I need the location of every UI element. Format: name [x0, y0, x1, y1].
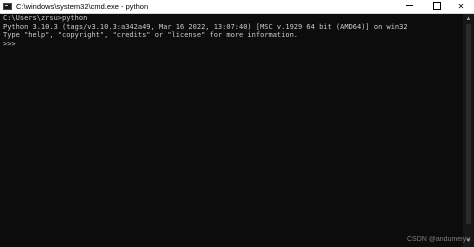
scrollbar-thumb[interactable]: [466, 24, 471, 224]
title-bar[interactable]: C:\windows\system32\cmd.exe - python ✕: [0, 0, 474, 14]
vertical-scrollbar[interactable]: ▲ ▼: [463, 14, 474, 247]
minimize-icon: [405, 5, 413, 7]
minimize-button[interactable]: [396, 0, 422, 13]
console-line: C:\Users\zrsu>python: [3, 14, 88, 22]
window-title: C:\windows\system32\cmd.exe - python: [16, 2, 149, 11]
console-output[interactable]: C:\Users\zrsu>python Python 3.10.3 (tags…: [0, 14, 463, 247]
cmd-app-icon[interactable]: [3, 3, 12, 10]
maximize-button[interactable]: [424, 0, 450, 13]
python-prompt[interactable]: >>>: [3, 40, 16, 48]
scroll-up-icon[interactable]: ▲: [463, 15, 474, 23]
maximize-icon: [433, 1, 441, 10]
console-line: Type "help", "copyright", "credits" or "…: [3, 31, 299, 39]
console-line: Python 3.10.3 (tags/v3.10.3:a342a49, Mar…: [3, 23, 408, 31]
close-icon: ✕: [457, 2, 465, 11]
csdn-watermark: CSDN @andumeiyu: [407, 236, 471, 243]
close-button[interactable]: ✕: [448, 0, 474, 13]
cmd-window: C:\windows\system32\cmd.exe - python ✕ C…: [0, 0, 474, 247]
